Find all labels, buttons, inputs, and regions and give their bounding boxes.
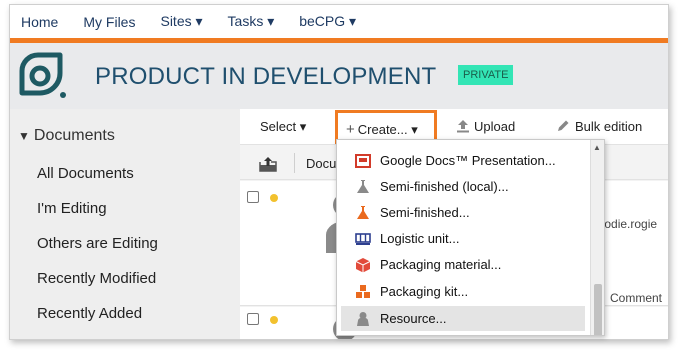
nav-tasks[interactable]: Tasks ▾ — [228, 13, 275, 30]
pencil-icon — [558, 120, 569, 131]
site-header: PRODUCT IN DEVELOPMENT PRIVATE — [10, 43, 668, 109]
menu-scrollbar[interactable]: ▲ — [590, 140, 604, 335]
create-dropdown-menu: Google Docs™ Presentation... Semi-finish… — [336, 139, 605, 336]
nav-home[interactable]: Home — [21, 14, 58, 30]
documents-section-title: Documents — [33, 127, 115, 144]
menu-item-packaging-kit[interactable]: Packaging kit... — [341, 279, 585, 304]
row-checkbox[interactable] — [247, 313, 259, 325]
menu-item-label: Packaging material... — [380, 257, 502, 272]
plus-icon: + — [346, 121, 355, 138]
menu-item-resource[interactable]: Resource... — [341, 306, 585, 331]
documents-section-toggle[interactable]: ▼ Documents — [18, 127, 115, 145]
sidebar-item-others-editing[interactable]: Others are Editing — [37, 235, 158, 252]
status-dot-icon — [270, 194, 278, 202]
flask-gray-icon — [357, 179, 369, 193]
bulk-edition-label: Bulk edition — [575, 119, 643, 134]
pallet-icon — [355, 232, 371, 245]
sidebar-item-im-editing[interactable]: I'm Editing — [37, 200, 107, 217]
documents-sidebar: ▼ Documents All Documents I'm Editing Oth… — [10, 109, 240, 339]
upload-icon — [457, 120, 469, 133]
nav-becpg[interactable]: beCPG ▾ — [299, 13, 356, 30]
menu-item-label: Logistic unit... — [380, 231, 460, 246]
create-button-label: Create... ▾ — [357, 122, 418, 137]
menu-item-label: Semi-finished (local)... — [380, 179, 509, 194]
menu-item-label: Packaging kit... — [380, 284, 469, 299]
row-checkbox[interactable] — [247, 191, 259, 203]
box-icon — [355, 257, 371, 272]
collapse-triangle-icon: ▼ — [18, 129, 30, 143]
select-button[interactable]: Select ▾ — [260, 119, 306, 135]
column-divider — [294, 153, 295, 173]
menu-item-semi-finished-local[interactable]: Semi-finished (local)... — [341, 174, 585, 199]
bulk-edition-button[interactable]: Bulk edition — [556, 119, 642, 134]
becpg-logo-icon — [19, 52, 66, 98]
upload-button[interactable]: Upload — [456, 119, 515, 134]
menu-item-label: Resource... — [380, 311, 447, 326]
menu-item-google-docs-presentation[interactable]: Google Docs™ Presentation... — [341, 148, 585, 173]
boxes-icon — [356, 284, 370, 298]
upload-folder-icon[interactable] — [259, 156, 277, 172]
top-navigation: Home My Files Sites ▾ Tasks ▾ beCPG ▾ — [10, 5, 668, 38]
nav-sites[interactable]: Sites ▾ — [160, 13, 202, 30]
column-header-documents[interactable]: Docu — [306, 156, 336, 171]
site-title: PRODUCT IN DEVELOPMENT — [95, 63, 437, 90]
sidebar-item-recently-added[interactable]: Recently Added — [37, 305, 142, 322]
status-dot-icon — [270, 316, 278, 324]
menu-item-semi-finished[interactable]: Semi-finished... — [341, 200, 585, 225]
presentation-icon — [355, 153, 371, 168]
sidebar-item-recently-modified[interactable]: Recently Modified — [37, 270, 156, 287]
visibility-badge: PRIVATE — [458, 65, 514, 85]
menu-item-packaging-material[interactable]: Packaging material... — [341, 252, 585, 277]
menu-item-logistic-unit[interactable]: Logistic unit... — [341, 226, 585, 251]
scroll-thumb[interactable] — [594, 284, 602, 335]
person-icon — [357, 311, 369, 326]
sidebar-item-all-documents[interactable]: All Documents — [37, 165, 134, 182]
comment-link[interactable]: Comment — [610, 291, 662, 305]
scroll-up-arrow-icon[interactable]: ▲ — [593, 143, 601, 152]
nav-my-files[interactable]: My Files — [83, 14, 135, 30]
menu-item-label: Google Docs™ Presentation... — [380, 153, 556, 168]
create-button-content: + Create... ▾ — [346, 121, 418, 138]
upload-button-label: Upload — [474, 119, 516, 134]
menu-item-label: Semi-finished... — [380, 205, 470, 220]
flask-orange-icon — [357, 205, 369, 219]
